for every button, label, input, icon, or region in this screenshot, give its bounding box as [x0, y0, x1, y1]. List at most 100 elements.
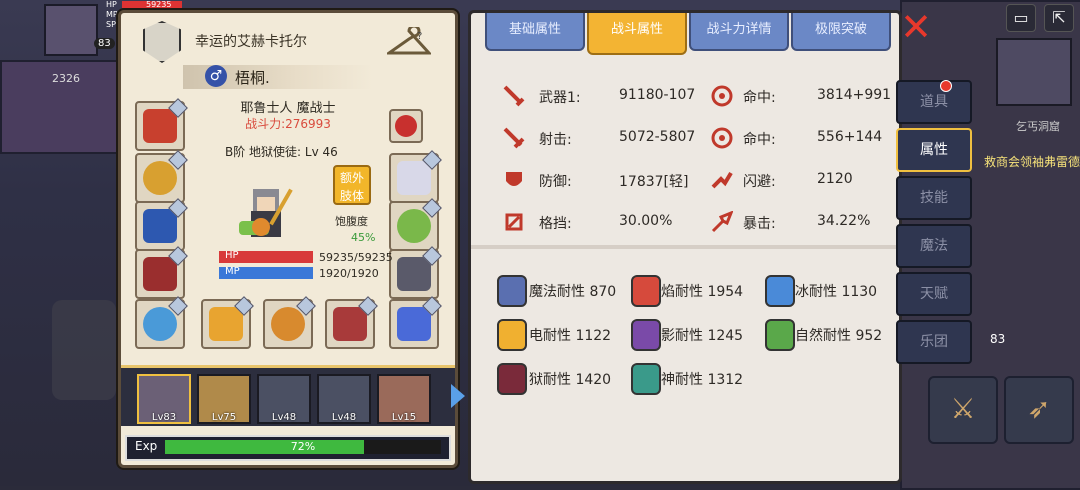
- equip-slot-armor[interactable]: [135, 198, 188, 251]
- party-member[interactable]: Lv83: [137, 374, 191, 424]
- stat-label: 武器1:: [539, 90, 581, 106]
- fire-resist-icon: [631, 275, 661, 307]
- hell-resist-icon: [497, 363, 527, 395]
- quest-text[interactable]: 救商会领袖弗雷德: [984, 153, 1080, 170]
- sp-label: SP: [106, 20, 116, 29]
- resist-value: 自然耐性 952: [795, 328, 883, 344]
- side-item-skills[interactable]: 技能: [896, 176, 972, 220]
- character-rank: B阶 地狱使徒: Lv 46: [225, 145, 338, 159]
- equip-slot-ring[interactable]: [389, 198, 442, 251]
- side-item-talent[interactable]: 天赋: [896, 272, 972, 316]
- dpad-control[interactable]: [52, 300, 116, 400]
- map-location: 乞丐洞窟: [1016, 120, 1060, 133]
- tab-combat-attributes[interactable]: 战斗属性: [587, 13, 687, 55]
- stats-panel: 基础属性 战斗属性 战斗力详情 极限突破 武器1: 91180-107 命中: …: [468, 10, 902, 484]
- member-level: Lv75: [211, 412, 237, 423]
- extra-label-2: 肢体: [339, 189, 364, 203]
- resist-value: 冰耐性 1130: [795, 284, 878, 300]
- side-item-band[interactable]: 乐团: [896, 320, 972, 364]
- equip-slot-accessory[interactable]: [389, 296, 442, 349]
- extra-label-1: 额外: [339, 171, 364, 185]
- stat-value: 30.00%: [619, 213, 673, 229]
- gauntlet-icon: [143, 257, 177, 291]
- pumpkin-icon: [271, 307, 305, 341]
- coin-count: 2326: [52, 72, 80, 85]
- minimap[interactable]: [996, 38, 1072, 106]
- exp-percent: 72%: [290, 440, 316, 453]
- resist-value: 影耐性 1245: [661, 328, 744, 344]
- stat-label: 防御:: [539, 174, 572, 190]
- tab-basic-attributes[interactable]: 基础属性: [485, 13, 585, 51]
- extra-limbs-button[interactable]: 额外 肢体: [333, 165, 371, 205]
- mp-value-panel: 1920/1920: [319, 267, 379, 280]
- equip-slot-belt[interactable]: [135, 296, 188, 349]
- hero-sprite: [239, 188, 293, 237]
- shield-icon: [506, 172, 522, 186]
- equip-slot-boots[interactable]: [389, 246, 442, 299]
- tab-power-details[interactable]: 战斗力详情: [689, 13, 789, 51]
- character-panel: 幸运的艾赫卡托尔 ? ♂ 梧桐. 耶鲁士人 魔战士 战斗力:276993 B阶 …: [118, 10, 465, 468]
- party-member[interactable]: Lv75: [197, 374, 251, 424]
- stat-value: 91180-107: [619, 87, 696, 103]
- member-level: Lv48: [271, 412, 297, 423]
- wardrobe-hanger-icon[interactable]: ?: [387, 27, 431, 57]
- ring-belt-icon: [143, 307, 177, 341]
- target-icon: [711, 127, 733, 149]
- quick-weapon-sword-icon[interactable]: ⚔: [928, 376, 998, 444]
- equip-slot-weapon2[interactable]: [263, 296, 316, 349]
- close-icon[interactable]: ✕: [898, 8, 934, 46]
- player-level: 83: [94, 38, 115, 49]
- monitor-icon[interactable]: ▭: [1006, 4, 1036, 32]
- party-member[interactable]: Lv48: [257, 374, 311, 424]
- helmet-icon: [143, 109, 177, 143]
- stat-label: 射击:: [539, 132, 572, 148]
- equip-slot-amulet[interactable]: [389, 109, 423, 143]
- divine-resist-icon: [631, 363, 661, 395]
- bow-icon: [333, 307, 367, 341]
- stat-value: 556+144: [817, 129, 883, 145]
- exp-label: Exp: [135, 439, 158, 453]
- ring-icon: [397, 209, 431, 243]
- equip-slot-necklace[interactable]: [135, 150, 188, 203]
- equip-slot-glove-right[interactable]: [389, 150, 442, 203]
- armor-icon: [143, 209, 177, 243]
- stat-value: 2120: [817, 171, 853, 187]
- arrow-shot-icon: [503, 127, 525, 149]
- stat-value: 3814+991: [817, 87, 892, 103]
- satiety-value: 45%: [351, 231, 376, 244]
- notification-dot: [940, 80, 952, 92]
- hp-bar-panel: HP: [219, 250, 313, 263]
- mp-label: MP: [106, 10, 118, 19]
- member-level: Lv15: [391, 412, 417, 423]
- divider: [471, 245, 899, 249]
- stat-label: 暴击:: [743, 216, 776, 232]
- ice-resist-icon: [765, 275, 795, 307]
- equip-slot-gloves[interactable]: [135, 246, 188, 299]
- party-next-arrow-icon[interactable]: [451, 384, 465, 408]
- resist-value: 焰耐性 1954: [661, 284, 744, 300]
- side-item-attributes[interactable]: 属性: [896, 128, 972, 172]
- tab-limit-break[interactable]: 极限突破: [791, 13, 891, 51]
- stats-tabs: 基础属性 战斗属性 战斗力详情 极限突破: [481, 13, 891, 55]
- equip-slot-helmet[interactable]: [135, 98, 188, 151]
- member-level: Lv48: [331, 412, 357, 423]
- hp-bar-label: HP: [225, 250, 239, 261]
- shadow-resist-icon: [631, 319, 661, 351]
- hp-value-panel: 59235/59235: [319, 251, 393, 264]
- target-icon: [711, 85, 733, 107]
- party-member[interactable]: Lv15: [377, 374, 431, 424]
- equip-slot-bow[interactable]: [325, 296, 378, 349]
- stat-label: 格挡:: [539, 216, 572, 232]
- side-item-magic[interactable]: 魔法: [896, 224, 972, 268]
- title-emblem-icon: [143, 21, 181, 63]
- hp-value: 59235: [146, 0, 172, 9]
- player-avatar[interactable]: [44, 4, 98, 56]
- quick-weapon-bow-icon[interactable]: ➶: [1004, 376, 1074, 444]
- equip-slot-weapon1[interactable]: [201, 296, 254, 349]
- side-item-inventory[interactable]: 道具: [896, 80, 972, 124]
- critical-icon: [711, 211, 733, 233]
- party-member[interactable]: Lv48: [317, 374, 371, 424]
- hp-label: HP: [106, 0, 117, 9]
- character-name[interactable]: 梧桐.: [235, 67, 270, 88]
- exit-icon[interactable]: ⇱: [1044, 4, 1074, 32]
